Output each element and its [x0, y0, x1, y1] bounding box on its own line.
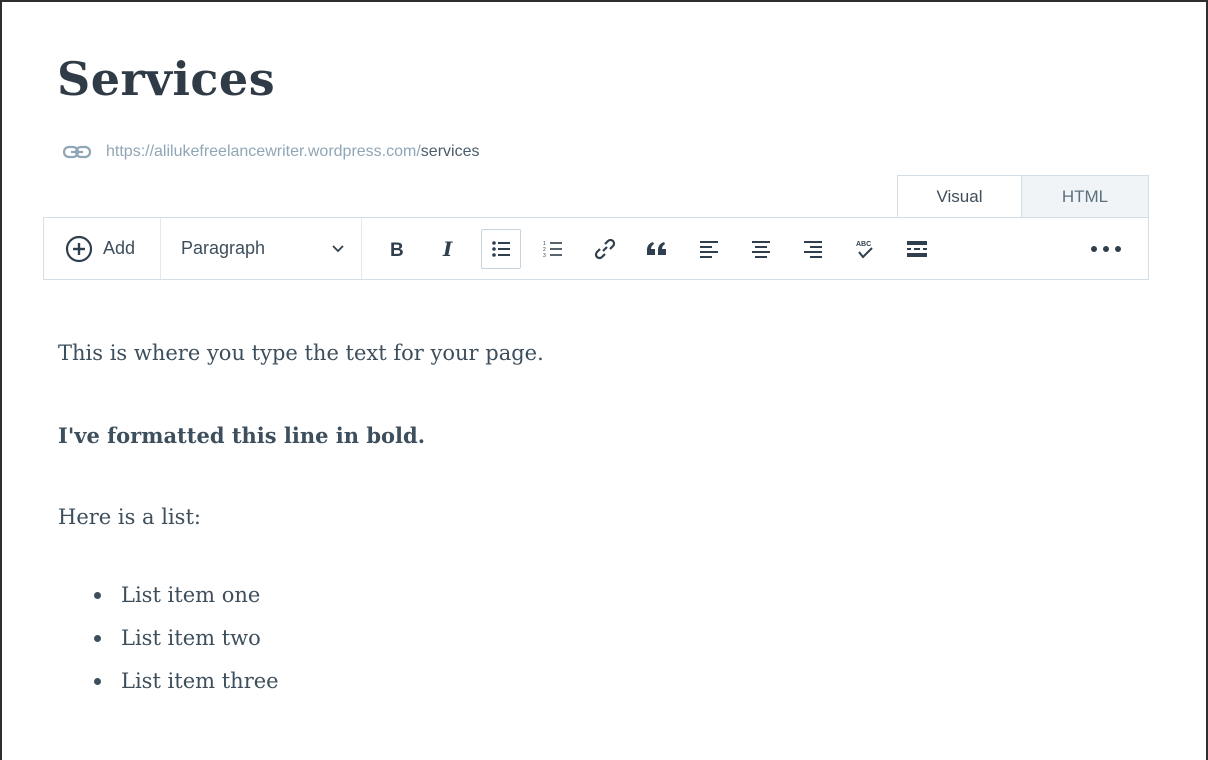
svg-text:I: I: [442, 239, 453, 259]
list-item: List item three: [94, 666, 279, 709]
numbered-list-icon: 1 2 3: [543, 240, 563, 258]
link-icon: [594, 238, 616, 260]
align-center-button[interactable]: [741, 229, 781, 269]
bold-button[interactable]: B: [377, 229, 417, 269]
read-more-icon: [906, 240, 928, 258]
svg-text:B: B: [390, 240, 404, 259]
bulleted-list-icon: [491, 240, 511, 258]
align-right-icon: [803, 240, 823, 258]
spellcheck-icon: ABC: [854, 238, 876, 260]
align-left-button[interactable]: [689, 229, 729, 269]
blockquote-icon: [646, 241, 668, 257]
list-intro-paragraph: Here is a list:: [58, 505, 201, 529]
italic-icon: I: [440, 239, 458, 259]
more-options-button[interactable]: [1086, 229, 1126, 269]
add-button[interactable]: Add: [44, 218, 161, 279]
editor-toolbar: Add Paragraph B I 1 2 3 ABC: [43, 217, 1149, 280]
align-left-icon: [699, 240, 719, 258]
tab-visual[interactable]: Visual: [897, 175, 1022, 218]
plus-circle-icon: [65, 235, 93, 263]
editor-mode-tabs: Visual HTML: [897, 175, 1149, 218]
align-center-icon: [751, 240, 771, 258]
permalink-slug[interactable]: services: [421, 143, 480, 161]
permalink-base: https://alilukefreelancewriter.wordpress…: [106, 143, 421, 160]
permalink[interactable]: https://alilukefreelancewriter.wordpress…: [62, 143, 479, 161]
spellcheck-button[interactable]: ABC: [845, 229, 885, 269]
insert-link-button[interactable]: [585, 229, 625, 269]
numbered-list-button[interactable]: 1 2 3: [533, 229, 573, 269]
bold-icon: B: [388, 239, 406, 259]
page-title[interactable]: Services: [57, 52, 275, 106]
align-right-button[interactable]: [793, 229, 833, 269]
svg-text:ABC: ABC: [856, 241, 871, 248]
chevron-down-icon: [331, 238, 345, 259]
list-item: List item one: [94, 580, 279, 623]
read-more-button[interactable]: [897, 229, 937, 269]
paragraph: This is where you type the text for your…: [58, 341, 544, 365]
format-select[interactable]: Paragraph: [161, 218, 362, 279]
bulleted-list-button[interactable]: [481, 228, 521, 269]
tab-html[interactable]: HTML: [1022, 175, 1149, 218]
add-label: Add: [103, 238, 136, 258]
more-options-icon: [1090, 245, 1122, 253]
link-icon: [62, 144, 92, 160]
blockquote-button[interactable]: [637, 229, 677, 269]
bulleted-list: List item one List item two List item th…: [58, 580, 279, 709]
bold-paragraph: I've formatted this line in bold.: [58, 423, 426, 448]
list-item: List item two: [94, 623, 279, 666]
italic-button[interactable]: I: [429, 229, 469, 269]
svg-text:3: 3: [543, 253, 546, 258]
format-select-value: Paragraph: [181, 238, 266, 258]
